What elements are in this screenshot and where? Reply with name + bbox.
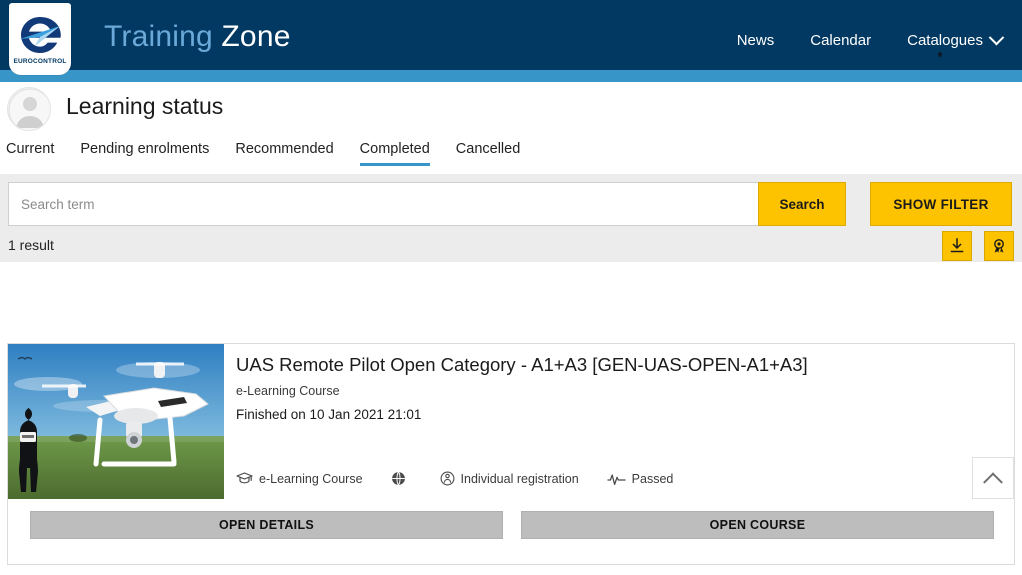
individual-registration-icon <box>440 471 454 486</box>
course-title[interactable]: UAS Remote Pilot Open Category - A1+A3 [… <box>236 353 1014 376</box>
search-button[interactable]: Search <box>758 182 846 226</box>
course-thumbnail[interactable] <box>8 344 224 499</box>
course-meta-row: e-Learning Course Individual registratio… <box>236 471 673 486</box>
course-finished-date: Finished on 10 Jan 2021 21:01 <box>236 407 422 423</box>
nav-item-catalogues-label: Catalogues <box>907 32 983 49</box>
cursor-dot <box>938 52 942 57</box>
eurocontrol-logo-mark <box>20 17 61 53</box>
meta-language <box>391 471 412 486</box>
meta-course-type: e-Learning Course <box>236 471 363 486</box>
course-card: UAS Remote Pilot Open Category - A1+A3 [… <box>7 343 1015 565</box>
nav-item-catalogues[interactable]: Catalogues <box>907 29 1005 49</box>
nav-item-calendar-label: Calendar <box>810 32 872 49</box>
avatar[interactable] <box>7 87 51 131</box>
search-input[interactable] <box>8 182 758 226</box>
download-button[interactable] <box>942 231 972 261</box>
globe-icon <box>391 471 405 486</box>
meta-status-label: Passed <box>631 471 674 486</box>
result-count: 1 result <box>8 237 54 253</box>
logo-wordmark: EUROCONTROL <box>13 58 67 65</box>
header-accent-stripe <box>0 70 1022 82</box>
brand-title-part1: Training <box>104 20 222 53</box>
collapse-card-button[interactable] <box>972 457 1014 499</box>
tab-current[interactable]: Current <box>6 141 54 166</box>
search-bar: Search <box>8 182 846 226</box>
certificate-button[interactable] <box>984 231 1014 261</box>
graduation-cap-icon <box>236 472 253 484</box>
nav-item-news[interactable]: News <box>737 32 775 49</box>
tab-pending-enrolments[interactable]: Pending enrolments <box>80 141 209 166</box>
activity-pulse-icon <box>607 473 626 485</box>
tab-recommended[interactable]: Recommended <box>235 141 333 166</box>
search-section: Search SHOW FILTER 1 result <box>0 174 1022 262</box>
tab-cancelled[interactable]: Cancelled <box>456 141 521 166</box>
eurocontrol-logo[interactable]: EUROCONTROL <box>9 3 71 75</box>
drone-photo <box>8 344 224 499</box>
course-card-top: UAS Remote Pilot Open Category - A1+A3 [… <box>8 344 1014 499</box>
meta-registration-label: Individual registration <box>460 471 579 486</box>
meta-course-type-label: e-Learning Course <box>259 471 363 486</box>
show-filter-button[interactable]: SHOW FILTER <box>870 182 1012 226</box>
site-header: EUROCONTROL Training Zone News Calendar … <box>0 0 1022 82</box>
learning-status-section: Learning status Current Pending enrolmen… <box>0 82 1022 174</box>
download-icon <box>950 238 964 253</box>
course-card-actions: OPEN DETAILS OPEN COURSE <box>8 499 1014 539</box>
tab-completed[interactable]: Completed <box>359 141 430 166</box>
top-navigation: News Calendar Catalogues <box>737 29 1005 49</box>
brand-title-part2: Zone <box>221 20 291 53</box>
meta-status: Passed <box>607 471 674 486</box>
award-icon <box>994 239 1004 253</box>
nav-item-calendar[interactable]: Calendar <box>810 32 871 49</box>
brand-title: Training Zone <box>104 20 291 54</box>
result-action-buttons <box>942 231 1014 261</box>
chevron-down-icon <box>988 29 1005 46</box>
meta-registration: Individual registration <box>440 471 579 486</box>
status-tabs: Current Pending enrolments Recommended C… <box>0 141 520 166</box>
nav-item-news-label: News <box>736 32 775 49</box>
course-subtitle: e-Learning Course <box>236 384 340 399</box>
chevron-up-icon <box>983 472 1003 493</box>
open-course-button[interactable]: OPEN COURSE <box>521 511 994 539</box>
user-avatar-icon <box>8 88 50 130</box>
course-details: UAS Remote Pilot Open Category - A1+A3 [… <box>224 344 1014 499</box>
page-title: Learning status <box>66 93 224 119</box>
open-details-button[interactable]: OPEN DETAILS <box>30 511 503 539</box>
